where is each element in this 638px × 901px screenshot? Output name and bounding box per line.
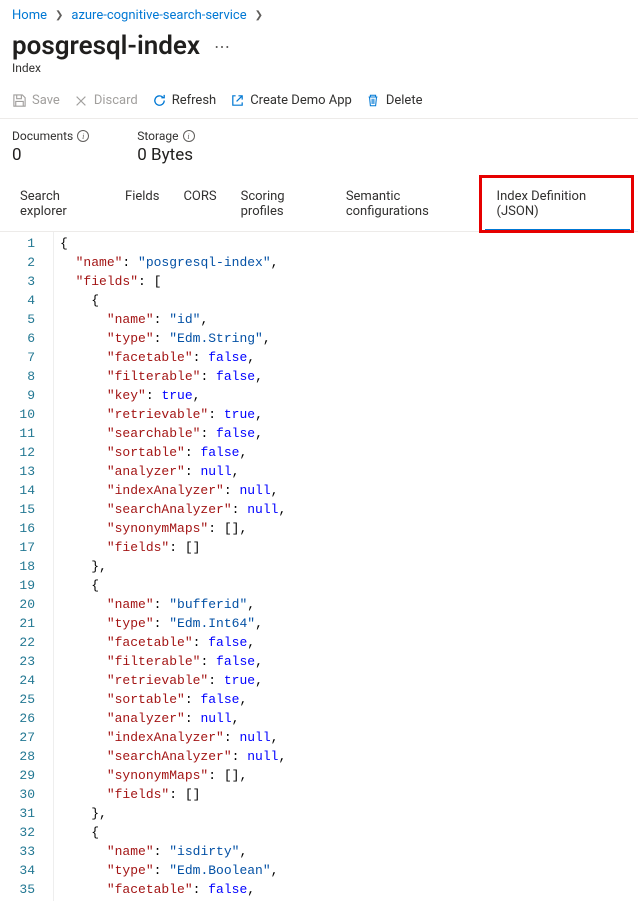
discard-label: Discard xyxy=(94,93,138,108)
tab-search-explorer[interactable]: Search explorer xyxy=(8,179,113,231)
breadcrumb-service[interactable]: azure-cognitive-search-service xyxy=(71,8,246,23)
discard-button: Discard xyxy=(74,93,138,108)
documents-value: 0 xyxy=(12,145,89,165)
code-content[interactable]: { "name": "posgresql-index", "fields": [… xyxy=(54,232,286,901)
save-icon xyxy=(12,93,27,108)
info-icon[interactable]: i xyxy=(77,130,89,142)
save-label: Save xyxy=(32,93,60,108)
more-actions-button[interactable]: ⋯ xyxy=(214,37,230,56)
tabs: Search explorer Fields CORS Scoring prof… xyxy=(0,179,638,232)
toolbar: Save Discard Refresh Create Demo App Del… xyxy=(0,87,638,119)
create-demo-label: Create Demo App xyxy=(250,93,352,108)
trash-icon xyxy=(366,93,381,108)
close-icon xyxy=(74,93,89,108)
create-demo-app-button[interactable]: Create Demo App xyxy=(230,93,352,108)
documents-stat: Documents i 0 xyxy=(12,129,89,165)
chevron-right-icon: ❯ xyxy=(255,10,263,21)
save-button: Save xyxy=(12,93,60,108)
stats-row: Documents i 0 Storage i 0 Bytes xyxy=(0,119,638,179)
info-icon[interactable]: i xyxy=(183,130,195,142)
tab-index-definition-json[interactable]: Index Definition (JSON) xyxy=(485,179,630,231)
tab-fields[interactable]: Fields xyxy=(113,179,171,231)
breadcrumb-home[interactable]: Home xyxy=(12,8,47,23)
title-row: posgresql-index ⋯ xyxy=(0,27,638,61)
page-title: posgresql-index xyxy=(12,31,200,61)
storage-label: Storage xyxy=(137,129,178,143)
delete-button[interactable]: Delete xyxy=(366,93,423,108)
storage-value: 0 Bytes xyxy=(137,145,194,165)
refresh-label: Refresh xyxy=(172,93,216,108)
documents-label: Documents xyxy=(12,129,73,143)
breadcrumb: Home ❯ azure-cognitive-search-service ❯ xyxy=(0,0,638,27)
page-subtitle: Index xyxy=(0,61,638,87)
storage-stat: Storage i 0 Bytes xyxy=(137,129,194,165)
chevron-right-icon: ❯ xyxy=(55,10,63,21)
refresh-button[interactable]: Refresh xyxy=(152,93,216,108)
delete-label: Delete xyxy=(386,93,423,108)
refresh-icon xyxy=(152,93,167,108)
line-gutter: 1234567891011121314151617181920212223242… xyxy=(0,232,54,901)
tab-semantic-configurations[interactable]: Semantic configurations xyxy=(334,179,485,231)
tab-cors[interactable]: CORS xyxy=(171,179,228,231)
json-editor[interactable]: 1234567891011121314151617181920212223242… xyxy=(0,232,638,901)
tab-scoring-profiles[interactable]: Scoring profiles xyxy=(229,179,334,231)
open-link-icon xyxy=(230,93,245,108)
